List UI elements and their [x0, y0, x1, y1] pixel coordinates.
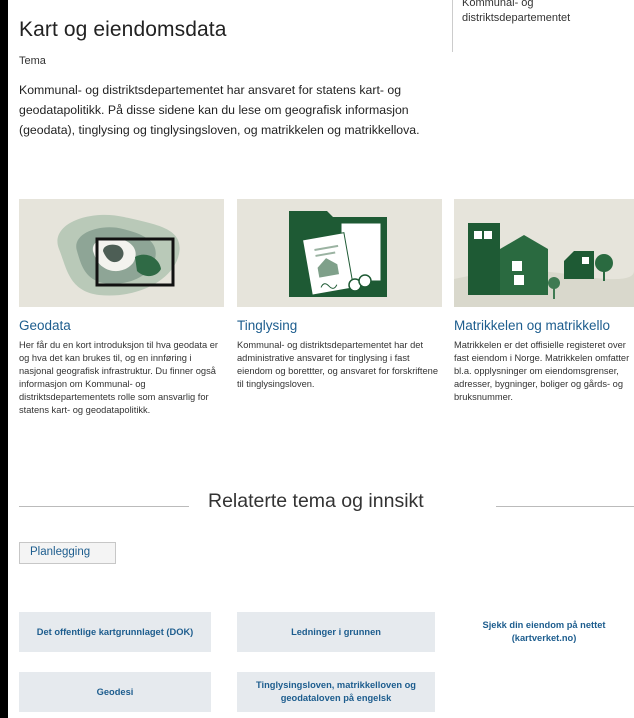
card-title-tinglysing[interactable]: Tinglysing	[237, 318, 442, 333]
link-sjekk-eiendom[interactable]: Sjekk din eiendom på nettet (kartverket.…	[454, 612, 634, 652]
buildings-illustration[interactable]	[454, 199, 634, 307]
link-geodesi[interactable]: Geodesi	[19, 672, 211, 712]
department-link[interactable]: Kommunal- og distriktsdepartementet	[462, 0, 622, 26]
page-subtitle: Tema	[19, 55, 46, 67]
link-ledninger[interactable]: Ledninger i grunnen	[237, 612, 435, 652]
link-sjekk-eiendom-label: Sjekk din eiendom på nettet (kartverket.…	[482, 620, 606, 643]
card-geodata[interactable]: Geodata Her får du en kort introduksjon …	[19, 199, 224, 417]
link-english-laws[interactable]: Tinglysingsloven, matrikkelloven og geod…	[237, 672, 435, 712]
card-text-matrikkelen: Matrikkelen er det offisielle registeret…	[454, 340, 630, 402]
documents-illustration[interactable]	[237, 199, 442, 307]
page-title: Kart og eiendomsdata	[19, 18, 227, 41]
geodata-map-illustration[interactable]	[19, 199, 224, 307]
link-geodesi-label: Geodesi	[96, 686, 134, 697]
card-tinglysing[interactable]: Tinglysing Kommunal- og distriktsdeparte…	[237, 199, 442, 391]
link-dok[interactable]: Det offentlige kartgrunnlaget (DOK)	[19, 612, 211, 652]
sidebar-divider	[452, 0, 453, 52]
divider-right	[496, 506, 634, 507]
intro-text: Kommunal- og distriktsdepartementet har …	[19, 83, 420, 137]
card-matrikkelen[interactable]: Matrikkelen og matrikkello Matrikkelen e…	[454, 199, 634, 404]
tag-planlegging[interactable]: Planlegging	[19, 542, 116, 564]
page: Kart og eiendomsdata Tema Kommunal- og d…	[8, 0, 634, 718]
divider-left	[19, 506, 189, 507]
link-english-laws-label: Tinglysingsloven, matrikkelloven og geod…	[256, 680, 416, 703]
card-title-geodata[interactable]: Geodata	[19, 318, 224, 333]
card-title-matrikkelen[interactable]: Matrikkelen og matrikkello	[454, 318, 634, 333]
link-dok-label: Det offentlige kartgrunnlaget (DOK)	[36, 626, 194, 637]
card-text-geodata: Her får du en kort introduksjon til hva …	[19, 340, 218, 415]
related-heading: Relaterte tema og innsikt	[208, 490, 424, 512]
link-ledninger-label: Ledninger i grunnen	[291, 626, 381, 637]
card-text-tinglysing: Kommunal- og distriktsdepartementet har …	[237, 340, 439, 389]
